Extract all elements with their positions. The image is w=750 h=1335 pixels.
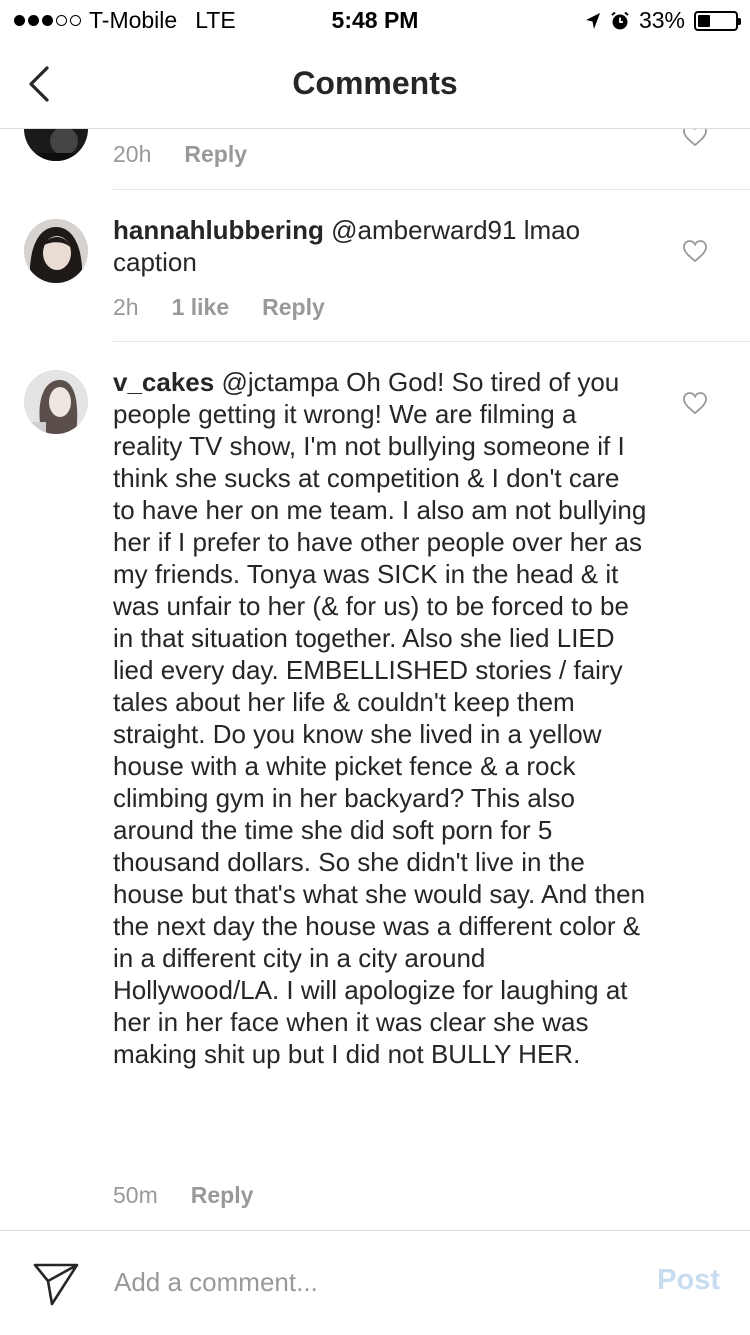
divider bbox=[113, 189, 750, 190]
comment-body: @jctampa Oh God! So tired of you people … bbox=[113, 367, 647, 1069]
avatar[interactable] bbox=[24, 370, 88, 434]
comment-username[interactable]: v_cakes bbox=[113, 367, 214, 397]
comment-time: 20h bbox=[113, 141, 152, 167]
reply-button[interactable]: Reply bbox=[191, 1182, 254, 1209]
heart-icon[interactable] bbox=[682, 239, 708, 263]
comment-input[interactable] bbox=[114, 1267, 614, 1298]
comment-time: 2h bbox=[113, 294, 139, 320]
avatar[interactable] bbox=[24, 219, 88, 283]
comment-text: v_cakes @jctampa Oh God! So tired of you… bbox=[113, 366, 648, 1070]
post-button[interactable]: Post bbox=[657, 1264, 720, 1297]
avatar[interactable] bbox=[24, 129, 88, 161]
heart-icon[interactable] bbox=[682, 129, 708, 147]
direct-send-icon[interactable] bbox=[32, 1261, 80, 1307]
nav-bar: Comments bbox=[0, 40, 750, 129]
comments-list[interactable]: 20h Reply hannahlubbering @amberward91 l… bbox=[0, 129, 750, 1230]
likes-count[interactable]: 1 like bbox=[172, 294, 230, 321]
comment-composer: Post bbox=[0, 1230, 750, 1335]
alarm-icon bbox=[611, 11, 629, 29]
heart-icon[interactable] bbox=[682, 391, 708, 415]
reply-button[interactable]: Reply bbox=[184, 141, 247, 168]
status-bar: T-Mobile LTE 5:48 PM 33% bbox=[0, 0, 750, 40]
battery-icon bbox=[694, 10, 741, 31]
location-arrow-icon bbox=[585, 12, 600, 29]
reply-button[interactable]: Reply bbox=[262, 294, 325, 321]
comment-text: hannahlubbering @amberward91 lmao captio… bbox=[113, 214, 648, 278]
page-title: Comments bbox=[292, 65, 458, 101]
comment-time: 50m bbox=[113, 1182, 158, 1208]
divider bbox=[113, 341, 750, 342]
battery-percent: 33% bbox=[638, 7, 685, 33]
comment-username[interactable]: hannahlubbering bbox=[113, 215, 324, 245]
